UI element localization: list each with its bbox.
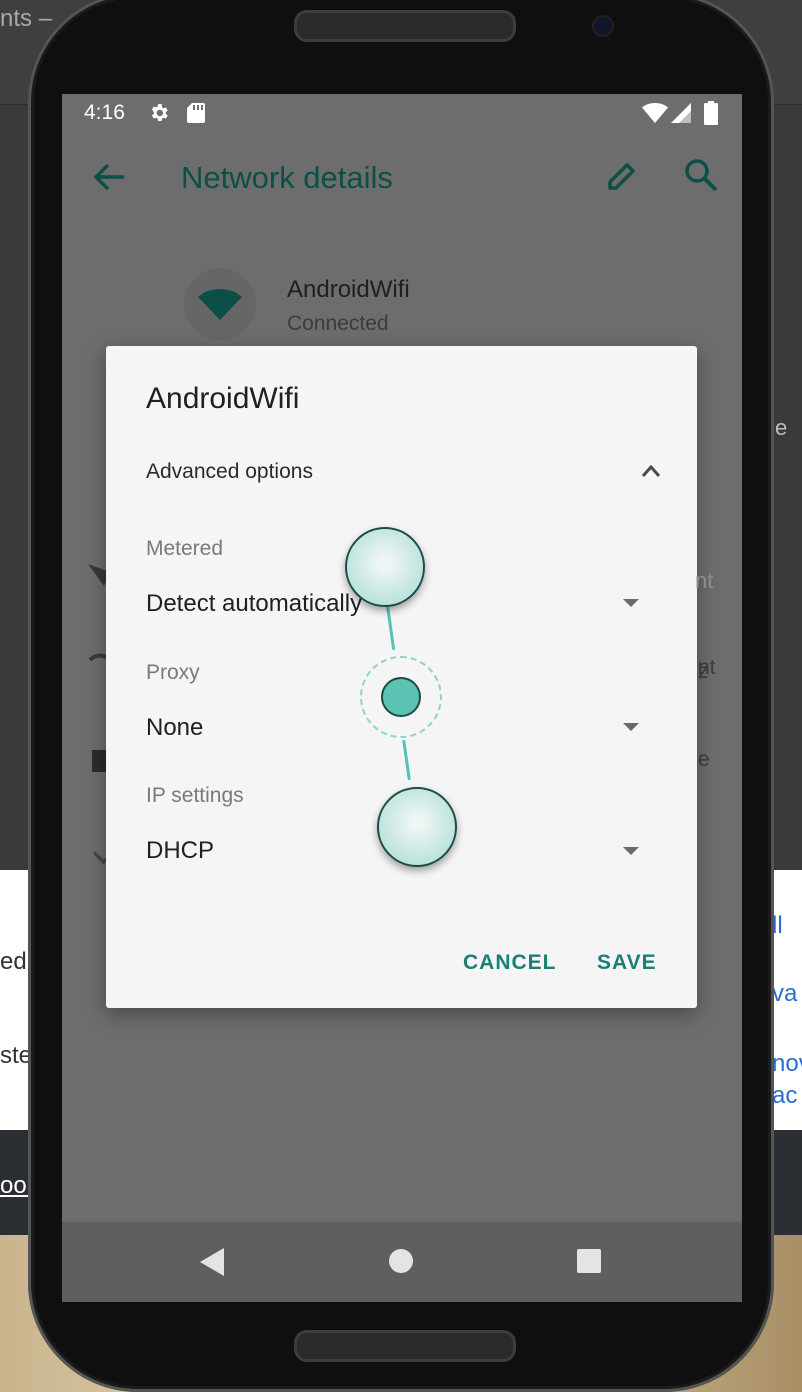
dropdown-arrow-icon[interactable]: [623, 723, 639, 731]
cancel-button[interactable]: CANCEL: [463, 951, 557, 975]
bg-link[interactable]: ac: [772, 1082, 797, 1110]
proxy-label: Proxy: [146, 661, 200, 684]
system-nav-bar: [62, 1222, 742, 1302]
lock-icon: [92, 750, 106, 772]
page-title: Network details: [181, 160, 393, 195]
touch-point-icon: [377, 787, 457, 867]
metered-label: Metered: [146, 537, 224, 560]
network-summary: AndroidWifi Connected: [62, 242, 742, 352]
bg-list-text: z: [698, 660, 709, 683]
bottom-speaker: [294, 1330, 516, 1362]
wifi-icon: [198, 289, 242, 320]
back-arrow-icon[interactable]: [92, 162, 126, 197]
edit-pencil-icon[interactable]: [606, 160, 638, 197]
app-bar: Network details: [62, 132, 742, 242]
bg-text: ed: [0, 948, 27, 975]
advanced-options-toggle[interactable]: Advanced options: [146, 460, 313, 484]
top-speaker: [294, 10, 516, 42]
network-status: Connected: [287, 312, 389, 335]
gesture-center-icon[interactable]: [381, 677, 421, 717]
proxy-select[interactable]: None: [146, 714, 203, 742]
gear-icon: [148, 102, 170, 129]
back-triangle-icon[interactable]: [200, 1248, 224, 1281]
recents-square-icon[interactable]: [577, 1249, 601, 1278]
ip-settings-select[interactable]: DHCP: [146, 837, 214, 865]
touch-point-icon: [345, 527, 425, 607]
chevron-up-icon[interactable]: [641, 464, 661, 483]
ip-settings-label: IP settings: [146, 784, 244, 807]
dialog-title: AndroidWifi: [146, 382, 300, 415]
dropdown-arrow-icon[interactable]: [623, 599, 639, 607]
save-button[interactable]: SAVE: [597, 951, 657, 975]
bg-link[interactable]: va: [772, 980, 797, 1008]
bg-text: e: [775, 415, 788, 440]
bg-window-title: nts –: [0, 5, 53, 32]
metered-select[interactable]: Detect automatically: [146, 590, 362, 618]
search-icon[interactable]: [684, 158, 718, 197]
status-time: 4:16: [84, 101, 125, 124]
bg-text: nt: [695, 568, 714, 593]
dropdown-arrow-icon[interactable]: [623, 847, 639, 855]
signal-icon: [670, 103, 692, 128]
network-icon-circle: [184, 268, 256, 340]
wifi-icon: [642, 102, 668, 129]
home-circle-icon[interactable]: [389, 1249, 413, 1278]
battery-icon: [704, 101, 718, 130]
front-camera: [594, 17, 612, 35]
bg-list-text: e: [698, 748, 710, 771]
sd-card-icon: [186, 102, 206, 129]
status-bar: 4:16: [62, 94, 742, 132]
network-name: AndroidWifi: [287, 276, 410, 303]
bg-link[interactable]: nov: [772, 1050, 802, 1078]
